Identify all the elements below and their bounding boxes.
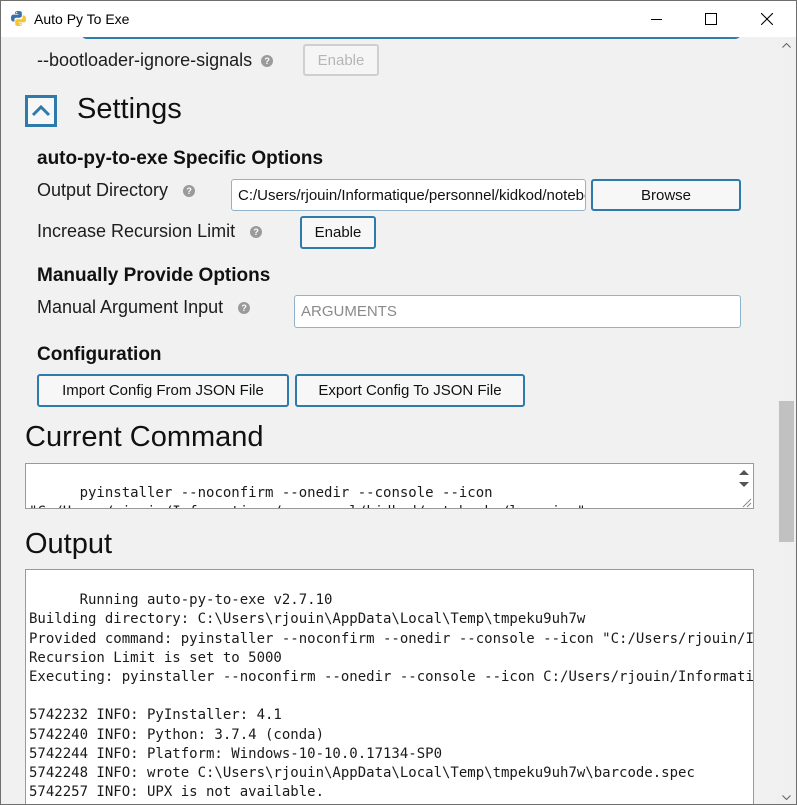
window-title: Auto Py To Exe (34, 11, 130, 27)
advanced-input-partial[interactable] (81, 37, 741, 39)
settings-heading: Settings (77, 93, 182, 125)
manual-argument-row: Manual Argument Input ? (37, 297, 251, 318)
current-command-textarea[interactable]: pyinstaller --noconfirm --onedir --conso… (25, 463, 754, 509)
page-scrollbar[interactable] (777, 37, 796, 804)
output-directory-input[interactable]: C:/Users/rjouin/Informatique/personnel/k… (231, 179, 586, 211)
output-log-text: Running auto-py-to-exe v2.7.10 Building … (29, 592, 754, 804)
maximize-button[interactable] (688, 1, 734, 37)
import-config-button[interactable]: Import Config From JSON File (37, 374, 289, 407)
bootloader-option-row: --bootloader-ignore-signals ? (37, 50, 274, 71)
output-heading: Output (25, 528, 113, 560)
current-command-text: pyinstaller --noconfirm --onedir --conso… (29, 485, 611, 508)
browse-button[interactable]: Browse (591, 179, 741, 211)
export-config-button[interactable]: Export Config To JSON File (295, 374, 525, 407)
page-scroll-up[interactable] (777, 37, 796, 54)
bootloader-option-label: --bootloader-ignore-signals (37, 50, 253, 70)
manual-argument-label: Manual Argument Input (37, 297, 224, 317)
output-directory-row: Output Directory ? (37, 180, 196, 201)
output-log[interactable]: Running auto-py-to-exe v2.7.10 Building … (25, 569, 754, 804)
scroll-down-arrow-icon[interactable] (735, 479, 753, 491)
help-icon[interactable]: ? (250, 226, 263, 239)
recursion-limit-label: Increase Recursion Limit (37, 221, 236, 241)
manual-options-heading: Manually Provide Options (37, 265, 271, 286)
close-icon (761, 13, 773, 25)
command-scrollbar[interactable] (735, 464, 753, 508)
help-icon[interactable]: ? (238, 302, 251, 315)
page-scroll-down[interactable] (777, 789, 796, 804)
scroll-up-arrow-icon (782, 43, 791, 48)
settings-collapse-button[interactable] (25, 95, 57, 127)
help-icon[interactable]: ? (183, 185, 196, 198)
specific-options-heading: auto-py-to-exe Specific Options (37, 148, 324, 169)
help-icon[interactable]: ? (261, 55, 274, 68)
main-content: --bootloader-ignore-signals ? Enable Set… (1, 37, 777, 804)
close-button[interactable] (744, 1, 790, 37)
maximize-icon (705, 13, 717, 25)
title-bar: Auto Py To Exe (1, 1, 796, 37)
minimize-button[interactable] (633, 1, 679, 37)
chevron-up-icon (31, 105, 51, 117)
python-logo-icon (11, 11, 26, 26)
scroll-down-arrow-icon (782, 795, 791, 800)
current-command-heading: Current Command (25, 421, 264, 453)
page-scroll-thumb[interactable] (779, 401, 794, 542)
minimize-icon (650, 18, 662, 20)
scroll-up-arrow-icon[interactable] (735, 466, 753, 478)
recursion-limit-row: Increase Recursion Limit ? (37, 221, 263, 242)
resize-grip-icon[interactable] (740, 496, 752, 508)
app-window: Auto Py To Exe --bootloader-ignore-signa… (0, 0, 797, 805)
configuration-heading: Configuration (37, 344, 162, 365)
manual-argument-input[interactable]: ARGUMENTS (294, 295, 741, 328)
bootloader-enable-button[interactable]: Enable (303, 44, 379, 76)
recursion-enable-button[interactable]: Enable (300, 216, 376, 249)
output-directory-label: Output Directory (37, 180, 169, 200)
